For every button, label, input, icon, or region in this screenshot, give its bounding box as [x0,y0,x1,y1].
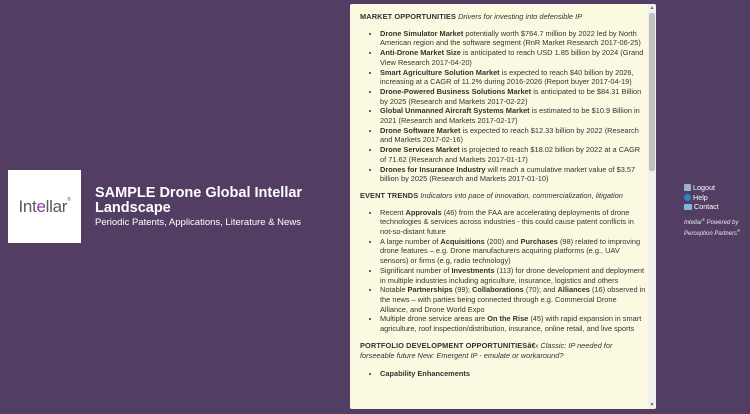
list-item: A large number of Acquisitions (200) and… [380,237,646,266]
bullet-list: Capability Enhancements [360,369,646,379]
powered-company: Perception Partners [684,230,738,237]
list-item: Smart Agriculture Solution Market is exp… [380,68,646,87]
item-highlight: Purchases [520,236,558,246]
list-item: Drone Services Market is projected to re… [380,145,646,164]
item-text: (70); and [523,285,558,295]
logo-text: Intellar® [18,197,70,217]
bullet-list: Recent Approvals (46) from the FAA are a… [360,208,646,334]
contact-link[interactable]: Contact [684,202,748,212]
logo-part: Int [18,196,37,216]
panel-content: MARKET OPPORTUNITIES Drivers for investi… [360,12,646,386]
list-item: Drones for Insurance Industry will reach… [380,165,646,184]
section-title: PORTFOLIO DEVELOPMENT OPPORTUNITIESâ€‹ [360,340,539,350]
item-highlight: Collaborations [472,285,524,295]
item-highlight: Drone Services Market [380,145,460,155]
item-highlight: Approvals [405,207,442,217]
list-item: Drone-Powered Business Solutions Market … [380,87,646,106]
item-highlight: On the Rise [487,314,529,324]
scroll-up-icon[interactable]: ▲ [648,5,656,11]
item-text: Notable [380,285,408,295]
contact-label[interactable]: Contact [694,202,719,211]
logout-label[interactable]: Logout [693,183,715,192]
item-highlight: Partnerships [407,285,453,295]
logout-icon [684,184,691,192]
section-heading: MARKET OPPORTUNITIES Drivers for investi… [360,12,646,22]
item-highlight: Drones for Insurance Industry [380,164,486,174]
powered-by-label: Powered by [704,219,739,226]
list-item: Multiple drone service areas are On the … [380,314,646,333]
intellar-logo: Intellar® [8,170,81,243]
help-link[interactable]: Help [684,193,748,203]
item-highlight: Smart Agriculture Solution Market [380,67,500,77]
section-heading: EVENT TRENDS Indicators into pace of inn… [360,191,646,201]
scroll-thumb[interactable] [649,13,655,171]
bullet-list: Drone Simulator Market potentially worth… [360,29,646,184]
item-text: Recent [380,207,406,217]
item-text: (200) and [484,236,521,246]
item-text: (99); [452,285,473,295]
item-highlight: Drone-Powered Business Solutions Market [380,86,532,96]
item-highlight: Anti-Drone Market Size [380,48,461,58]
item-highlight: Alliances [557,285,590,295]
list-item: Anti-Drone Market Size is anticipated to… [380,48,646,67]
section-subtitle: Drivers for investing into defensible IP [458,12,583,21]
list-item: Global Unmanned Aircraft Systems Market … [380,106,646,125]
item-text: A large number of [380,236,441,246]
page-title: SAMPLE Drone Global Intellar Landscape [95,185,303,216]
logo-part: llar [45,196,68,216]
help-icon [684,193,691,201]
item-text: Multiple drone service areas are [380,314,488,324]
help-label[interactable]: Help [693,193,708,202]
section-subtitle: Indicators into pace of innovation, comm… [420,190,623,200]
list-item: Capability Enhancements [380,369,646,379]
list-item: Drone Software Market is expected to rea… [380,126,646,145]
logout-link[interactable]: Logout [684,183,748,193]
section-title: EVENT TRENDS [360,190,419,200]
logo-part: e [36,196,46,216]
content-panel[interactable]: MARKET OPPORTUNITIES Drivers for investi… [350,4,656,409]
scroll-down-icon[interactable]: ▼ [648,402,656,408]
powered-reg-mark-2: ® [737,227,740,233]
powered-by-text: Intellar ® Powered by Perception Partners… [684,216,748,238]
section-heading: PORTFOLIO DEVELOPMENT OPPORTUNITIESâ€‹ C… [360,341,646,360]
item-text: Significant number of [380,265,452,275]
account-links: Logout Help Contact Intellar ® Powered by… [684,183,748,238]
item-highlight: Acquisitions [440,236,485,246]
subsection-heading: Capability Enhancements [380,369,470,379]
list-item: Significant number of Investments (113) … [380,266,646,285]
mail-icon [684,203,692,210]
list-item: Recent Approvals (46) from the FAA are a… [380,208,646,237]
list-item: Notable Partnerships (99); Collaboration… [380,285,646,314]
item-highlight: Drone Software Market [380,125,461,135]
logo-mark: ® [67,196,71,203]
vertical-scrollbar[interactable]: ▲ ▼ [648,4,656,409]
list-item: Drone Simulator Market potentially worth… [380,29,646,48]
item-highlight: Drone Simulator Market [380,28,464,38]
item-highlight: Investments [451,265,495,275]
section-title: MARKET OPPORTUNITIES [360,12,457,21]
powered-brand: Intellar [684,219,703,226]
page-subtitle: Periodic Patents, Applications, Literatu… [95,217,301,228]
item-highlight: Global Unmanned Aircraft Systems Market [380,106,530,116]
